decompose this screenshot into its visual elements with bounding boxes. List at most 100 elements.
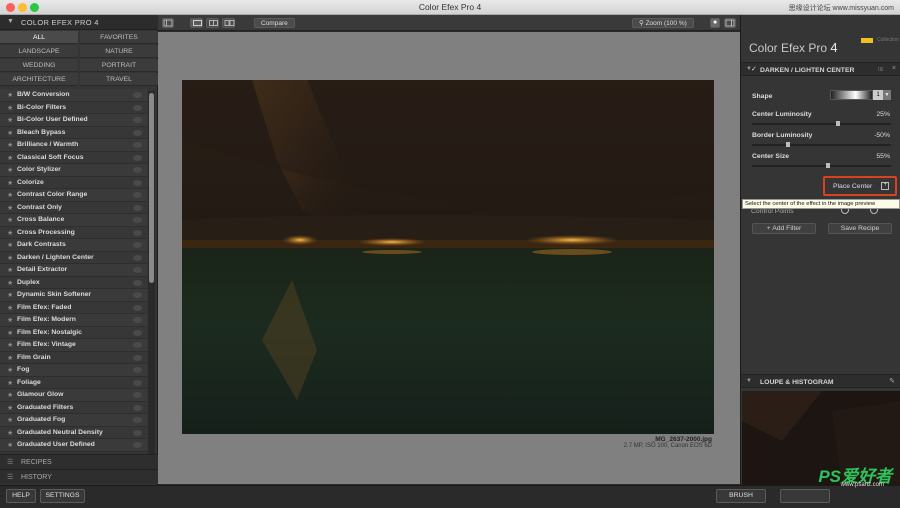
filter-list-item[interactable]: ★ Film Efex: Nostalgic	[0, 326, 147, 339]
preview-eye-icon[interactable]	[133, 367, 142, 373]
favorite-star-icon[interactable]: ★	[7, 416, 13, 424]
favorite-star-icon[interactable]: ★	[7, 104, 13, 112]
preview-eye-icon[interactable]	[133, 267, 142, 273]
preview-image[interactable]	[182, 80, 714, 434]
filter-list-item[interactable]: ★ Graduated Neutral Density	[0, 426, 147, 439]
preview-eye-icon[interactable]	[133, 417, 142, 423]
favorite-star-icon[interactable]: ★	[7, 354, 13, 362]
favorite-star-icon[interactable]: ★	[7, 379, 13, 387]
preview-eye-icon[interactable]	[133, 192, 142, 198]
side-by-side-view-button[interactable]	[222, 18, 235, 28]
place-center-button[interactable]: +	[881, 182, 889, 190]
center-luminosity-knob[interactable]	[836, 121, 841, 126]
preview-eye-icon[interactable]	[133, 329, 142, 336]
favorite-star-icon[interactable]: ★	[7, 341, 13, 349]
preview-eye-icon[interactable]	[133, 254, 142, 261]
favorite-star-icon[interactable]: ★	[7, 191, 13, 199]
center-size-knob[interactable]	[826, 163, 831, 168]
filter-list-item[interactable]: ★ Color Stylizer	[0, 164, 147, 177]
filter-list-item[interactable]: ★ Brilliance / Warmth	[0, 139, 147, 152]
favorite-star-icon[interactable]: ★	[7, 166, 13, 174]
filter-list-item[interactable]: ★ Graduated Fog	[0, 414, 147, 427]
favorite-star-icon[interactable]: ★	[7, 229, 13, 237]
filter-list-item[interactable]: ★ Glamour Glow	[0, 389, 147, 402]
favorite-star-icon[interactable]: ★	[7, 429, 13, 437]
preview-eye-icon[interactable]	[133, 142, 142, 148]
filter-list-item[interactable]: ★ Film Grain	[0, 351, 147, 364]
favorite-star-icon[interactable]: ★	[7, 266, 13, 274]
filter-list-item[interactable]: ★ Graduated Filters	[0, 401, 147, 414]
preview-eye-icon[interactable]	[133, 442, 142, 448]
preview-eye-icon[interactable]	[133, 354, 142, 361]
help-button[interactable]: HELP	[6, 489, 36, 503]
category-architecture[interactable]: ARCHITECTURE	[0, 73, 78, 86]
filter-list-item[interactable]: ★ Dynamic Skin Softener	[0, 289, 147, 302]
add-filter-button[interactable]: + Add Filter	[752, 223, 816, 234]
category-nature[interactable]: NATURE	[80, 45, 158, 58]
filter-list-item[interactable]: ★ Film Efex: Vintage	[0, 339, 147, 352]
history-section[interactable]: ☰ HISTORY	[0, 469, 158, 484]
favorite-star-icon[interactable]: ★	[7, 129, 13, 137]
shape-number[interactable]: 1	[873, 90, 883, 100]
preview-eye-icon[interactable]	[133, 392, 142, 398]
filter-list-item[interactable]: ★ Film Efex: Modern	[0, 314, 147, 327]
category-all[interactable]: ALL	[0, 31, 78, 44]
pin-icon[interactable]: ✎	[889, 377, 895, 385]
favorite-star-icon[interactable]: ★	[7, 391, 13, 399]
toggle-left-panel-button[interactable]	[162, 18, 174, 28]
favorite-star-icon[interactable]: ★	[7, 366, 13, 374]
settings-button[interactable]: SETTINGS	[40, 489, 85, 503]
filter-panel-header[interactable]: ▼ COLOR EFEX PRO 4	[0, 15, 158, 30]
preview-eye-icon[interactable]	[133, 167, 142, 173]
filter-list-item[interactable]: ★ Foliage	[0, 376, 147, 389]
filter-menu-icon[interactable]: ⁝≡	[878, 66, 883, 73]
brush-button[interactable]: BRUSH	[716, 489, 766, 503]
preview-eye-icon[interactable]	[133, 117, 142, 123]
preview-eye-icon[interactable]	[133, 304, 142, 311]
favorite-star-icon[interactable]: ★	[7, 441, 13, 449]
preview-eye-icon[interactable]	[133, 179, 142, 186]
filter-list-item[interactable]: ★ Dark Contrasts	[0, 239, 147, 252]
filter-list-item[interactable]: ★ Bi-Color User Defined	[0, 114, 147, 127]
favorite-star-icon[interactable]: ★	[7, 329, 13, 337]
filter-header[interactable]: ▼ ✓ DARKEN / LIGHTEN CENTER ⁝≡ ×	[741, 62, 900, 76]
compare-button[interactable]: Compare	[254, 18, 295, 28]
ok-button[interactable]	[780, 489, 830, 503]
zoom-button[interactable]: ⚲ Zoom (100 %)	[632, 18, 694, 28]
category-favorites[interactable]: FAVORITES	[80, 31, 158, 44]
bulb-toggle-button[interactable]: ●	[710, 18, 720, 28]
preview-eye-icon[interactable]	[133, 217, 142, 223]
filter-list-item[interactable]: ★ Cross Processing	[0, 226, 147, 239]
favorite-star-icon[interactable]: ★	[7, 154, 13, 162]
favorite-star-icon[interactable]: ★	[7, 204, 13, 212]
collapse-arrow-icon[interactable]: ▼	[7, 18, 14, 25]
single-view-button[interactable]	[190, 18, 203, 28]
filter-list-item[interactable]: ★ B/W Conversion	[0, 89, 147, 102]
filter-list-item[interactable]: ★ Bleach Bypass	[0, 126, 147, 139]
favorite-star-icon[interactable]: ★	[7, 304, 13, 312]
filter-list-item[interactable]: ★ Classical Soft Focus	[0, 151, 147, 164]
filter-list-item[interactable]: ★ Contrast Color Range	[0, 189, 147, 202]
preview-eye-icon[interactable]	[133, 292, 142, 298]
preview-eye-icon[interactable]	[133, 242, 142, 248]
recipes-section[interactable]: ☰ RECIPES	[0, 454, 158, 469]
favorite-star-icon[interactable]: ★	[7, 216, 13, 224]
filter-list-item[interactable]: ★ Bi-Color Filters	[0, 101, 147, 114]
toggle-right-panel-button[interactable]	[724, 18, 736, 28]
preview-eye-icon[interactable]	[133, 279, 142, 286]
favorite-star-icon[interactable]: ★	[7, 279, 13, 287]
loupe-header[interactable]: ▼ LOUPE & HISTOGRAM ✎	[741, 374, 900, 388]
preview-eye-icon[interactable]	[133, 229, 142, 236]
category-travel[interactable]: TRAVEL	[80, 73, 158, 86]
filter-list-item[interactable]: ★ Contrast Only	[0, 201, 147, 214]
center-size-slider[interactable]	[752, 163, 891, 168]
favorite-star-icon[interactable]: ★	[7, 254, 13, 262]
filter-list-item[interactable]: ★ Colorize	[0, 176, 147, 189]
filter-list-item[interactable]: ★ Graduated User Defined	[0, 439, 147, 452]
shape-selector[interactable]	[830, 90, 873, 100]
category-portrait[interactable]: PORTRAIT	[80, 59, 158, 72]
filter-list-item[interactable]: ★ Darken / Lighten Center	[0, 251, 147, 264]
favorite-star-icon[interactable]: ★	[7, 241, 13, 249]
favorite-star-icon[interactable]: ★	[7, 404, 13, 412]
preview-eye-icon[interactable]	[133, 129, 142, 136]
